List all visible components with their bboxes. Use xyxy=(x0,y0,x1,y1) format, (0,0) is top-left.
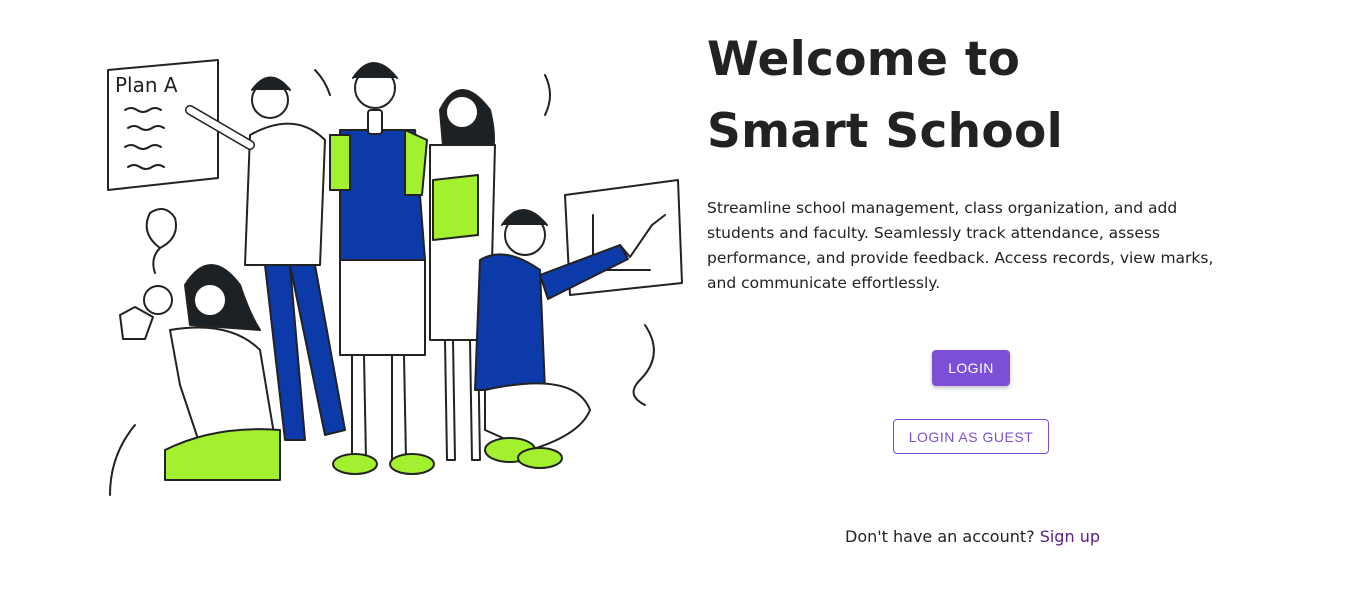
login-as-guest-button[interactable]: LOGIN AS GUEST xyxy=(893,419,1049,454)
board-text: Plan A xyxy=(115,73,178,97)
login-button[interactable]: LOGIN xyxy=(932,350,1010,386)
signup-prompt: Don't have an account? xyxy=(845,527,1040,546)
title-line-1: Welcome to xyxy=(707,32,1021,87)
woman-kneeling xyxy=(119,264,281,481)
page-title: Welcome to Smart School xyxy=(707,24,1063,168)
signup-link[interactable]: Sign up xyxy=(1040,527,1100,546)
hero-description: Streamline school management, class orga… xyxy=(707,199,1214,292)
man-blue-shirt xyxy=(329,62,435,475)
title-line-2: Smart School xyxy=(707,104,1064,159)
hero-illustration: Plan A xyxy=(100,50,690,510)
signup-row: Don't have an account? Sign up xyxy=(0,527,1359,546)
plan-board: Plan A xyxy=(107,59,219,191)
